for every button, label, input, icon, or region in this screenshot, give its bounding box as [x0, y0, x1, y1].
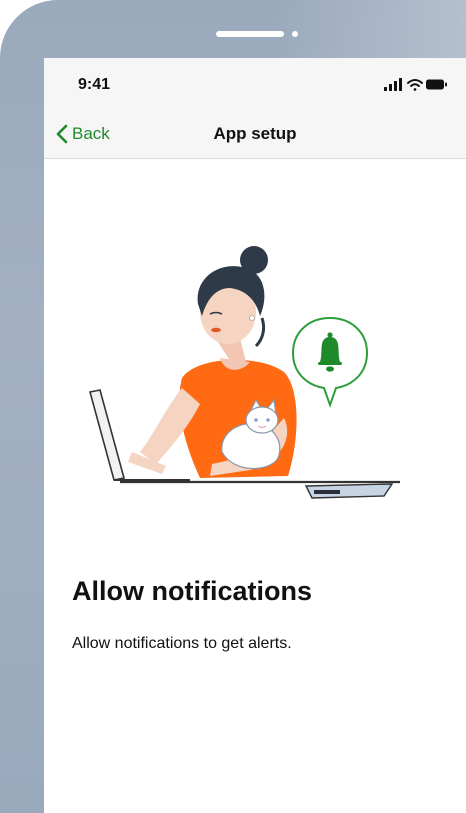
page-title: Allow notifications	[72, 576, 312, 606]
status-bar: 9:41	[44, 58, 466, 110]
bezel-highlight	[276, 0, 466, 60]
nav-title: App setup	[213, 124, 297, 143]
notification-illustration	[89, 246, 400, 499]
status-icons	[384, 78, 448, 97]
page-description: Allow notifications to get alerts.	[72, 635, 292, 652]
wifi-icon	[407, 79, 423, 91]
speaker-grille	[216, 31, 284, 37]
desk-illustration	[120, 480, 400, 499]
navigation-bar: Back App setup	[44, 110, 466, 159]
phone-screen: 9:41 Back App setup Allow notifications …	[44, 58, 466, 813]
battery-icon	[426, 79, 447, 90]
status-time: 9:41	[78, 76, 111, 93]
bell-notification-bubble	[291, 316, 369, 409]
front-camera	[292, 31, 298, 37]
signal-icon	[384, 78, 402, 91]
woman-illustration	[128, 246, 297, 478]
